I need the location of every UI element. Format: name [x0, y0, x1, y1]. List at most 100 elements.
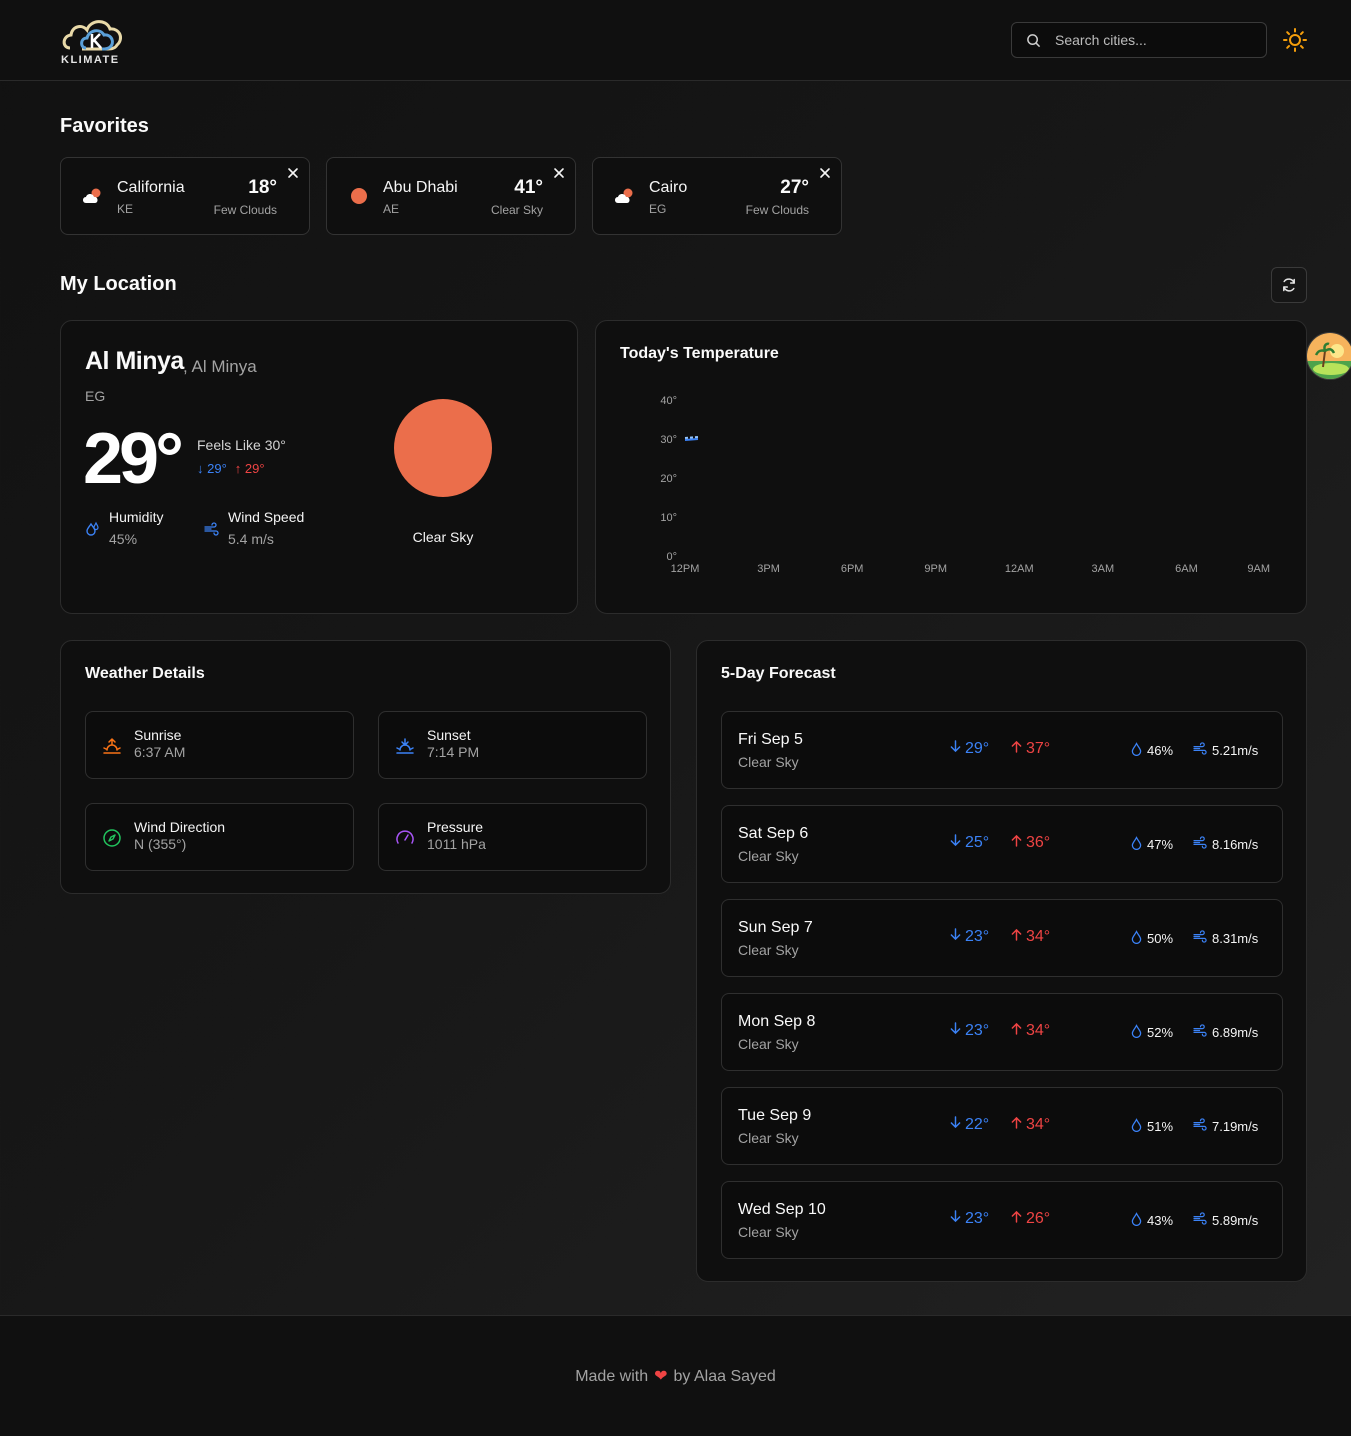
- forecast-title: 5-Day Forecast: [721, 665, 836, 682]
- forecast-max: 37°: [1011, 740, 1050, 758]
- forecast-wind-value: 5.89m/s: [1212, 1212, 1259, 1228]
- detail-label: Wind Direction: [134, 819, 226, 835]
- forecast-max-value: 34°: [1026, 928, 1051, 945]
- forecast-condition: Clear Sky: [738, 848, 799, 864]
- forecast-wind-value: 5.21m/s: [1212, 742, 1259, 758]
- wind-icon: [1193, 742, 1208, 758]
- detail-label: Pressure: [427, 819, 484, 835]
- region-name: , Al Minya: [183, 357, 257, 376]
- favorite-temp: 41°: [514, 177, 543, 198]
- favorite-city-name: Cairo: [649, 179, 688, 196]
- forecast-max: 34°: [1011, 1022, 1050, 1040]
- remove-favorite-close-icon[interactable]: [818, 166, 832, 180]
- current-temperature: 29°: [83, 419, 184, 499]
- detail-value: N (355°): [134, 836, 187, 852]
- remove-favorite-close-icon[interactable]: [286, 166, 300, 180]
- forecast-humidity-value: 46%: [1147, 743, 1174, 758]
- forecast-wind-value: 8.16m/s: [1212, 836, 1259, 852]
- remove-favorite-close-icon[interactable]: [552, 166, 566, 180]
- city-name: Al Minya: [85, 347, 184, 375]
- temperature-chart-card: Today's Temperature 0° 10° 20° 30° 40° 12PM 3P…: [595, 320, 1307, 614]
- clear-sky-icon: [347, 185, 371, 207]
- forecast-humidity: 51%: [1131, 1118, 1173, 1135]
- forecast-humidity: 50%: [1131, 930, 1173, 947]
- x-tick-label: 9PM: [924, 563, 947, 575]
- arrow-down-icon: [950, 1210, 961, 1228]
- forecast-min: 29°: [950, 740, 989, 758]
- footer: Made with ❤ by Alaa Sayed: [0, 1315, 1351, 1436]
- y-tick-label: 20°: [660, 473, 677, 485]
- favorite-desc: Clear Sky: [490, 203, 543, 217]
- favorite-temp: 18°: [248, 177, 277, 198]
- arrow-up-icon: [1011, 1116, 1022, 1134]
- forecast-humidity-value: 43%: [1147, 1213, 1174, 1228]
- favorite-temp: 27°: [780, 177, 809, 198]
- heart-icon: ❤: [654, 1368, 668, 1385]
- forecast-condition: Clear Sky: [738, 1130, 799, 1146]
- forecast-wind-value: 7.19m/s: [1212, 1118, 1259, 1134]
- forecast-day: Tue Sep 9: [738, 1107, 812, 1124]
- x-tick-label: 3PM: [757, 563, 780, 575]
- forecast-row: Tue Sep 9 Clear Sky 22° 34° 51% 7.19m/s: [721, 1087, 1283, 1165]
- forecast-row: Sun Sep 7 Clear Sky 23° 34° 50% 8.31m/s: [721, 899, 1283, 977]
- min-temp-value: 29°: [207, 461, 227, 476]
- arrow-up-icon: [1011, 1022, 1022, 1040]
- forecast-wind: 7.19m/s: [1193, 1118, 1258, 1134]
- x-tick-label: 12PM: [671, 563, 700, 575]
- forecast-max-value: 37°: [1026, 740, 1051, 757]
- favorite-city-name: Abu Dhabi: [383, 179, 458, 196]
- weather-detail-item: Sunrise 6:37 AM: [85, 711, 354, 779]
- wind-icon: [1193, 1212, 1208, 1228]
- temperature-series-point: [684, 438, 699, 441]
- gauge-icon: [395, 828, 415, 848]
- few-clouds-icon: [613, 185, 637, 207]
- feels-like: Feels Like 30°: [197, 437, 286, 453]
- favorites-title: Favorites: [60, 115, 149, 137]
- forecast-row: Wed Sep 10 Clear Sky 23° 26° 43% 5.89m/s: [721, 1181, 1283, 1259]
- arrow-down-icon: [950, 740, 961, 758]
- refresh-button[interactable]: [1271, 267, 1307, 303]
- droplet-icon: [1131, 836, 1142, 853]
- arrow-down-icon: [950, 1116, 961, 1134]
- weather-details-title: Weather Details: [85, 665, 205, 682]
- forecast-max: 34°: [1011, 928, 1050, 946]
- x-tick-label: 6AM: [1175, 563, 1198, 575]
- droplet-icon: [1131, 742, 1142, 759]
- forecast-day: Mon Sep 8: [738, 1013, 816, 1030]
- forecast-max-value: 34°: [1026, 1116, 1051, 1133]
- wind-icon: [204, 522, 219, 536]
- wind-value: 5.4 m/s: [228, 531, 274, 547]
- search-input[interactable]: [1055, 32, 1245, 48]
- favorite-card[interactable]: Abu Dhabi AE 41° Clear Sky: [326, 157, 576, 235]
- forecast-wind-value: 6.89m/s: [1212, 1024, 1259, 1040]
- arrow-up-icon: [1011, 834, 1022, 852]
- favorite-card[interactable]: Cairo EG 27° Few Clouds: [592, 157, 842, 235]
- forecast-wind: 8.16m/s: [1193, 836, 1258, 852]
- max-temp-value: 29°: [244, 461, 265, 476]
- favorite-desc: Few Clouds: [745, 203, 809, 217]
- favorite-city-name: California: [117, 179, 185, 196]
- forecast-max-value: 34°: [1026, 1022, 1051, 1039]
- search-box[interactable]: [1011, 22, 1267, 58]
- detail-label: Sunrise: [134, 727, 182, 743]
- humidity-value: 45%: [109, 531, 138, 547]
- sun-theme-toggle-icon[interactable]: [1282, 27, 1308, 53]
- x-tick-label: 12AM: [1005, 563, 1034, 575]
- header: KLIMATE: [0, 0, 1351, 81]
- min-max: ↓ 29° ↑ 29°: [197, 461, 265, 476]
- forecast-min: 22°: [950, 1116, 989, 1134]
- my-location-title: My Location: [60, 273, 177, 295]
- avatar[interactable]: [1306, 332, 1351, 380]
- weather-detail-item: Wind Direction N (355°): [85, 803, 354, 871]
- favorite-card[interactable]: California KE 18° Few Clouds: [60, 157, 310, 235]
- forecast-wind: 5.21m/s: [1193, 742, 1258, 758]
- forecast-row: Mon Sep 8 Clear Sky 23° 34° 52% 6.89m/s: [721, 993, 1283, 1071]
- forecast-day: Wed Sep 10: [738, 1201, 826, 1218]
- favorite-country: KE: [117, 202, 134, 216]
- forecast-min-value: 22°: [965, 1116, 990, 1133]
- search-icon: [1027, 33, 1041, 47]
- few-clouds-icon: [81, 185, 105, 207]
- detail-value: 7:14 PM: [427, 744, 480, 760]
- temperature-chart: 0° 10° 20° 30° 40° 12PM 3PM 6PM 9PM 12AM 3AM 6AM 9AM: [660, 395, 1270, 575]
- wind-icon: [1193, 1118, 1208, 1134]
